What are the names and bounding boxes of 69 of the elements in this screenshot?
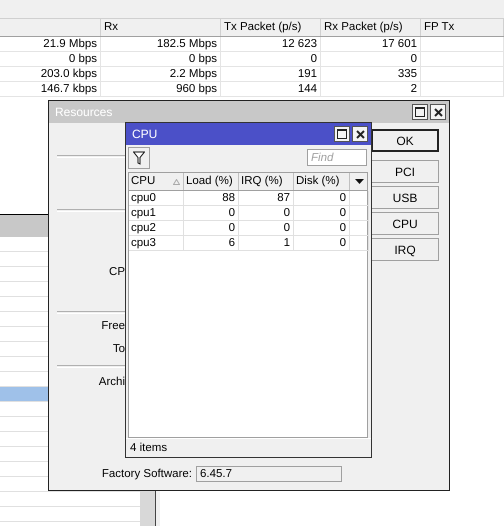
table-cell: 1 bbox=[239, 236, 294, 251]
table-cell: 146.7 kbps bbox=[0, 82, 101, 97]
maximize-button[interactable] bbox=[334, 126, 350, 142]
column-header[interactable]: FP Tx bbox=[421, 19, 504, 36]
field-label: CP bbox=[108, 265, 125, 280]
table-cell bbox=[350, 191, 369, 206]
table-cell: 12 623 bbox=[221, 37, 321, 52]
table-cell: 17 601 bbox=[321, 37, 421, 52]
table-cell: cpu2 bbox=[129, 221, 184, 236]
table-cell: 335 bbox=[321, 67, 421, 82]
table-cell: cpu1 bbox=[129, 206, 184, 221]
dialog-button[interactable]: PCI bbox=[371, 160, 439, 183]
column-header[interactable]: Rx Packet (p/s) bbox=[321, 19, 421, 36]
version-field[interactable]: 6.45.7 bbox=[196, 466, 342, 482]
table-cell: 0 bbox=[294, 191, 350, 206]
field-label: To bbox=[112, 342, 125, 357]
table-cell: 0 bbox=[294, 236, 350, 251]
table-cell: 0 bps bbox=[101, 52, 221, 67]
table-cell bbox=[350, 206, 369, 221]
dialog-button[interactable]: OK bbox=[371, 129, 439, 152]
table-cell: cpu3 bbox=[129, 236, 184, 251]
column-header[interactable]: Disk (%) bbox=[294, 173, 350, 190]
table-cell: 0 bps bbox=[0, 52, 101, 67]
table-cell: 88 bbox=[184, 191, 239, 206]
close-icon bbox=[434, 108, 442, 116]
dialog-button[interactable]: IRQ bbox=[371, 238, 439, 261]
table-cell: 144 bbox=[221, 82, 321, 97]
table-cell: 182.5 Mbps bbox=[101, 37, 221, 52]
table-cell: 21.9 Mbps bbox=[0, 37, 101, 52]
table-cell: 0 bbox=[321, 52, 421, 67]
maximize-icon bbox=[415, 107, 425, 117]
column-header[interactable]: IRQ (%) bbox=[239, 173, 294, 190]
dialog-button[interactable]: CPU bbox=[371, 212, 439, 235]
table-cell: 2 bbox=[321, 82, 421, 97]
status-text: 4 items bbox=[126, 438, 371, 457]
column-header[interactable]: Rx bbox=[101, 19, 221, 36]
search-field[interactable]: Find bbox=[307, 149, 367, 166]
table-cell: cpu0 bbox=[129, 191, 184, 206]
table-cell: 0 bbox=[239, 221, 294, 236]
close-button[interactable] bbox=[430, 104, 446, 120]
close-button[interactable] bbox=[352, 126, 368, 142]
column-header[interactable]: Tx Packet (p/s) bbox=[221, 19, 321, 36]
field-label: Factory Software: bbox=[100, 468, 192, 480]
maximize-button[interactable] bbox=[412, 104, 428, 120]
table-cell: 87 bbox=[239, 191, 294, 206]
field-label: Free bbox=[100, 319, 125, 334]
table-cell bbox=[350, 221, 369, 236]
column-header[interactable]: Load (%) bbox=[184, 173, 239, 190]
window-title: CPU bbox=[132, 127, 158, 141]
close-icon bbox=[356, 130, 364, 138]
table-cell: 0 bbox=[184, 221, 239, 236]
table-cell: 203.0 kbps bbox=[0, 67, 101, 82]
dialog-button[interactable]: USB bbox=[371, 186, 439, 209]
filter-icon bbox=[133, 150, 145, 164]
dropdown-icon bbox=[355, 179, 364, 184]
table-cell: 0 bbox=[239, 206, 294, 221]
table-cell: 960 bps bbox=[101, 82, 221, 97]
table-cell: 6 bbox=[184, 236, 239, 251]
column-header[interactable]: CPU bbox=[129, 173, 184, 190]
table-cell: 0 bbox=[184, 206, 239, 221]
maximize-icon bbox=[337, 129, 347, 139]
field-label: Archi bbox=[98, 375, 125, 390]
table-cell: 2.2 Mbps bbox=[101, 67, 221, 82]
table-cell: 0 bbox=[221, 52, 321, 67]
table-cell: 0 bbox=[294, 221, 350, 236]
table-cell: 0 bbox=[294, 206, 350, 221]
filter-button[interactable] bbox=[128, 146, 150, 168]
table-cell: 191 bbox=[221, 67, 321, 82]
table-cell bbox=[350, 236, 369, 251]
